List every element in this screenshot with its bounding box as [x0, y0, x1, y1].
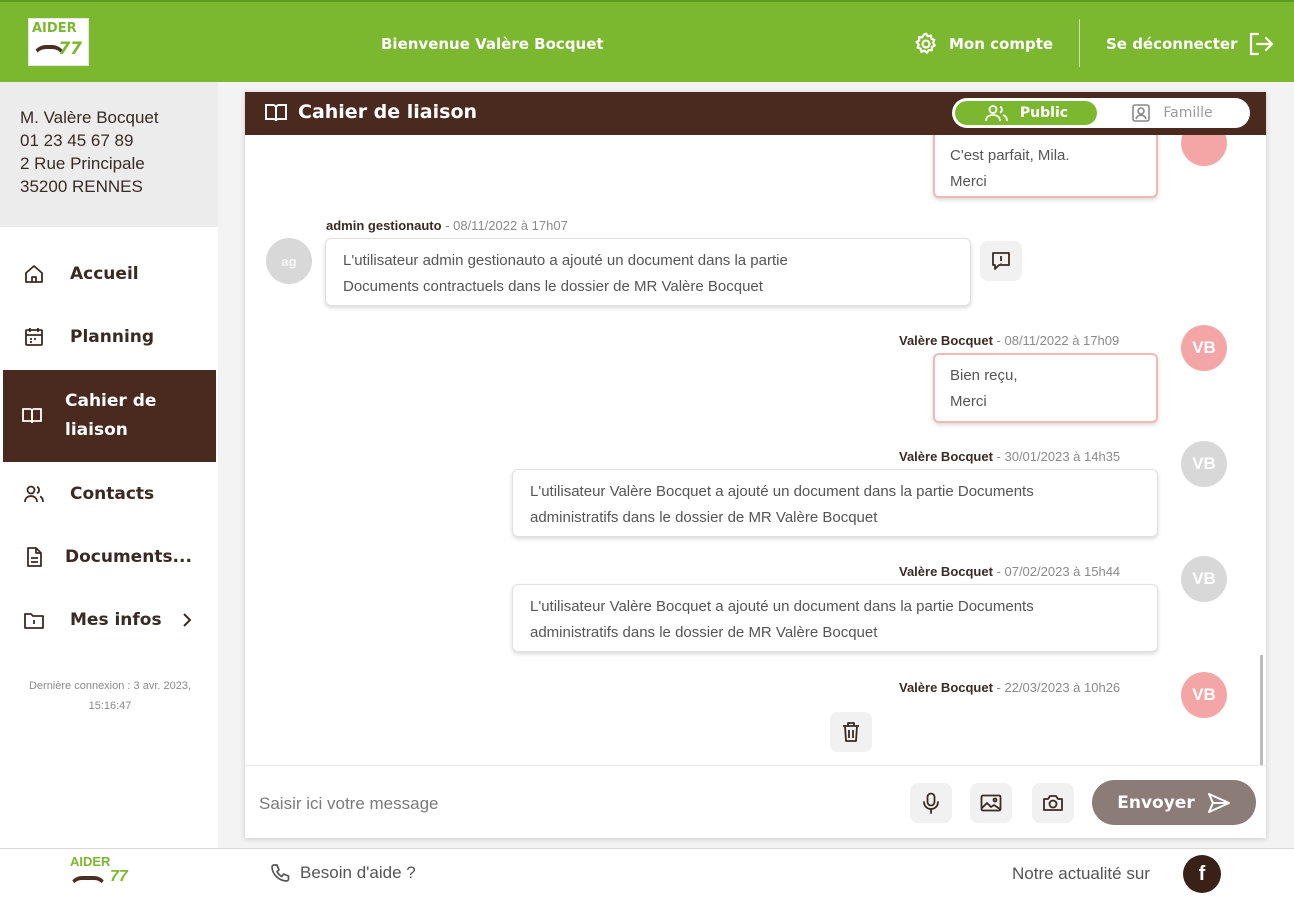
my-account-label: Mon compte — [949, 35, 1054, 53]
message-meta: Valère Bocquet - 30/01/2023 à 14h35 — [899, 449, 1121, 464]
message-bubble: L'utilisateur admin gestionauto a ajouté… — [325, 238, 971, 306]
logout-link[interactable]: Se déconnecter — [1106, 31, 1275, 57]
sidebar-item-planning[interactable]: Planning — [0, 307, 218, 367]
welcome-text: Bienvenue Valère Bocquet — [381, 35, 604, 53]
news-label: Notre actualité sur — [1012, 864, 1150, 883]
message-bubble: L'utilisateur Valère Bocquet a ajouté un… — [512, 469, 1158, 537]
top-header: AIDER 77 Bienvenue Valère Bocquet Mon co… — [0, 0, 1294, 82]
image-icon — [980, 794, 1002, 812]
users-icon — [984, 104, 1010, 122]
delete-message-button[interactable] — [830, 712, 872, 752]
phone-icon — [270, 863, 290, 883]
scrollbar[interactable] — [1260, 655, 1263, 765]
last-connection: Dernière connexion : 3 avr. 2023, 15:16:… — [28, 680, 192, 712]
take-photo-button[interactable] — [1032, 783, 1074, 823]
user-name: M. Valère Bocquet — [20, 108, 159, 127]
gear-icon — [913, 31, 939, 57]
sidebar-item-label: Planning — [70, 327, 155, 347]
microphone-icon — [922, 792, 940, 814]
help-link[interactable]: Besoin d'aide ? — [270, 863, 416, 883]
message-feed: C'est parfait, Mila. Merci ag admin gest… — [245, 135, 1266, 765]
document-icon — [22, 545, 46, 569]
book-icon — [263, 102, 289, 124]
sidebar-item-label: Cahier de liaison — [65, 391, 157, 440]
message-bubble: Bien reçu, Merci — [933, 353, 1158, 423]
attach-image-button[interactable] — [970, 783, 1012, 823]
sidebar-item-accueil[interactable]: Accueil — [0, 244, 218, 304]
calendar-icon — [22, 325, 46, 349]
avatar: VB — [1181, 325, 1227, 371]
header-divider — [1079, 19, 1080, 67]
sidebar-item-label: Accueil — [70, 264, 139, 284]
message-meta: Valère Bocquet - 08/11/2022 à 17h09 — [899, 333, 1120, 348]
message-bubble: L'utilisateur Valère Bocquet a ajouté un… — [512, 584, 1158, 652]
camera-icon — [1042, 794, 1064, 812]
avatar: VB — [1181, 672, 1227, 718]
avatar: ag — [266, 238, 312, 284]
journal-panel: Cahier de liaison Public Famille C'est p… — [245, 92, 1266, 838]
user-phone: 01 23 45 67 89 — [20, 131, 134, 150]
sidebar-item-mes-infos[interactable]: Mes infos — [0, 590, 218, 650]
avatar: VB — [1181, 441, 1227, 487]
message-bubble: C'est parfait, Mila. Merci — [933, 135, 1158, 198]
voice-message-button[interactable] — [910, 783, 952, 823]
chevron-right-icon — [180, 611, 194, 629]
journal-header: Cahier de liaison Public Famille — [245, 92, 1266, 135]
visibility-toggle: Public Famille — [952, 98, 1250, 128]
logo[interactable]: AIDER 77 — [28, 18, 89, 66]
book-icon — [20, 404, 44, 428]
user-info-box: M. Valère Bocquet 01 23 45 67 89 2 Rue P… — [0, 82, 218, 227]
comment-alert-icon — [990, 250, 1012, 272]
trash-icon — [841, 721, 861, 743]
home-icon — [22, 262, 46, 286]
folder-icon — [22, 608, 46, 632]
reply-button[interactable] — [980, 241, 1022, 281]
toggle-famille[interactable]: Famille — [1102, 101, 1242, 125]
user-city: 35200 RENNES — [20, 177, 143, 196]
message-meta: Valère Bocquet - 07/02/2023 à 15h44 — [899, 564, 1121, 579]
sidebar-item-documents[interactable]: Documents... — [0, 527, 218, 587]
sidebar-item-label: Contacts — [70, 484, 155, 504]
facebook-icon[interactable]: f — [1183, 855, 1221, 893]
compose-bar: Envoyer — [245, 765, 1266, 838]
logout-icon — [1247, 31, 1275, 57]
send-icon — [1207, 792, 1231, 814]
user-card-icon — [1131, 103, 1151, 123]
logout-label: Se déconnecter — [1106, 35, 1238, 53]
sidebar-item-cahier-de-liaison[interactable]: Cahier de liaison — [3, 370, 216, 462]
user-street: 2 Rue Principale — [20, 154, 145, 173]
avatar — [1181, 135, 1227, 166]
message-meta: admin gestionauto - 08/11/2022 à 17h07 — [326, 218, 568, 233]
sidebar: M. Valère Bocquet 01 23 45 67 89 2 Rue P… — [0, 82, 218, 848]
footer: AIDER 77 Besoin d'aide ? Notre actualité… — [0, 848, 1294, 900]
send-button[interactable]: Envoyer — [1092, 780, 1256, 825]
sidebar-item-label: Mes infos — [70, 610, 162, 630]
help-label: Besoin d'aide ? — [300, 863, 416, 882]
journal-title: Cahier de liaison — [298, 101, 478, 123]
sidebar-item-label: Documents... — [65, 547, 192, 567]
message-meta: Valère Bocquet - 22/03/2023 à 10h26 — [899, 680, 1121, 695]
sidebar-item-contacts[interactable]: Contacts — [0, 464, 218, 524]
message-input[interactable] — [259, 786, 889, 822]
my-account-link[interactable]: Mon compte — [913, 31, 1053, 57]
toggle-public[interactable]: Public — [955, 101, 1097, 125]
avatar: VB — [1181, 556, 1227, 602]
footer-logo[interactable]: AIDER 77 — [68, 854, 128, 896]
users-icon — [22, 482, 46, 506]
